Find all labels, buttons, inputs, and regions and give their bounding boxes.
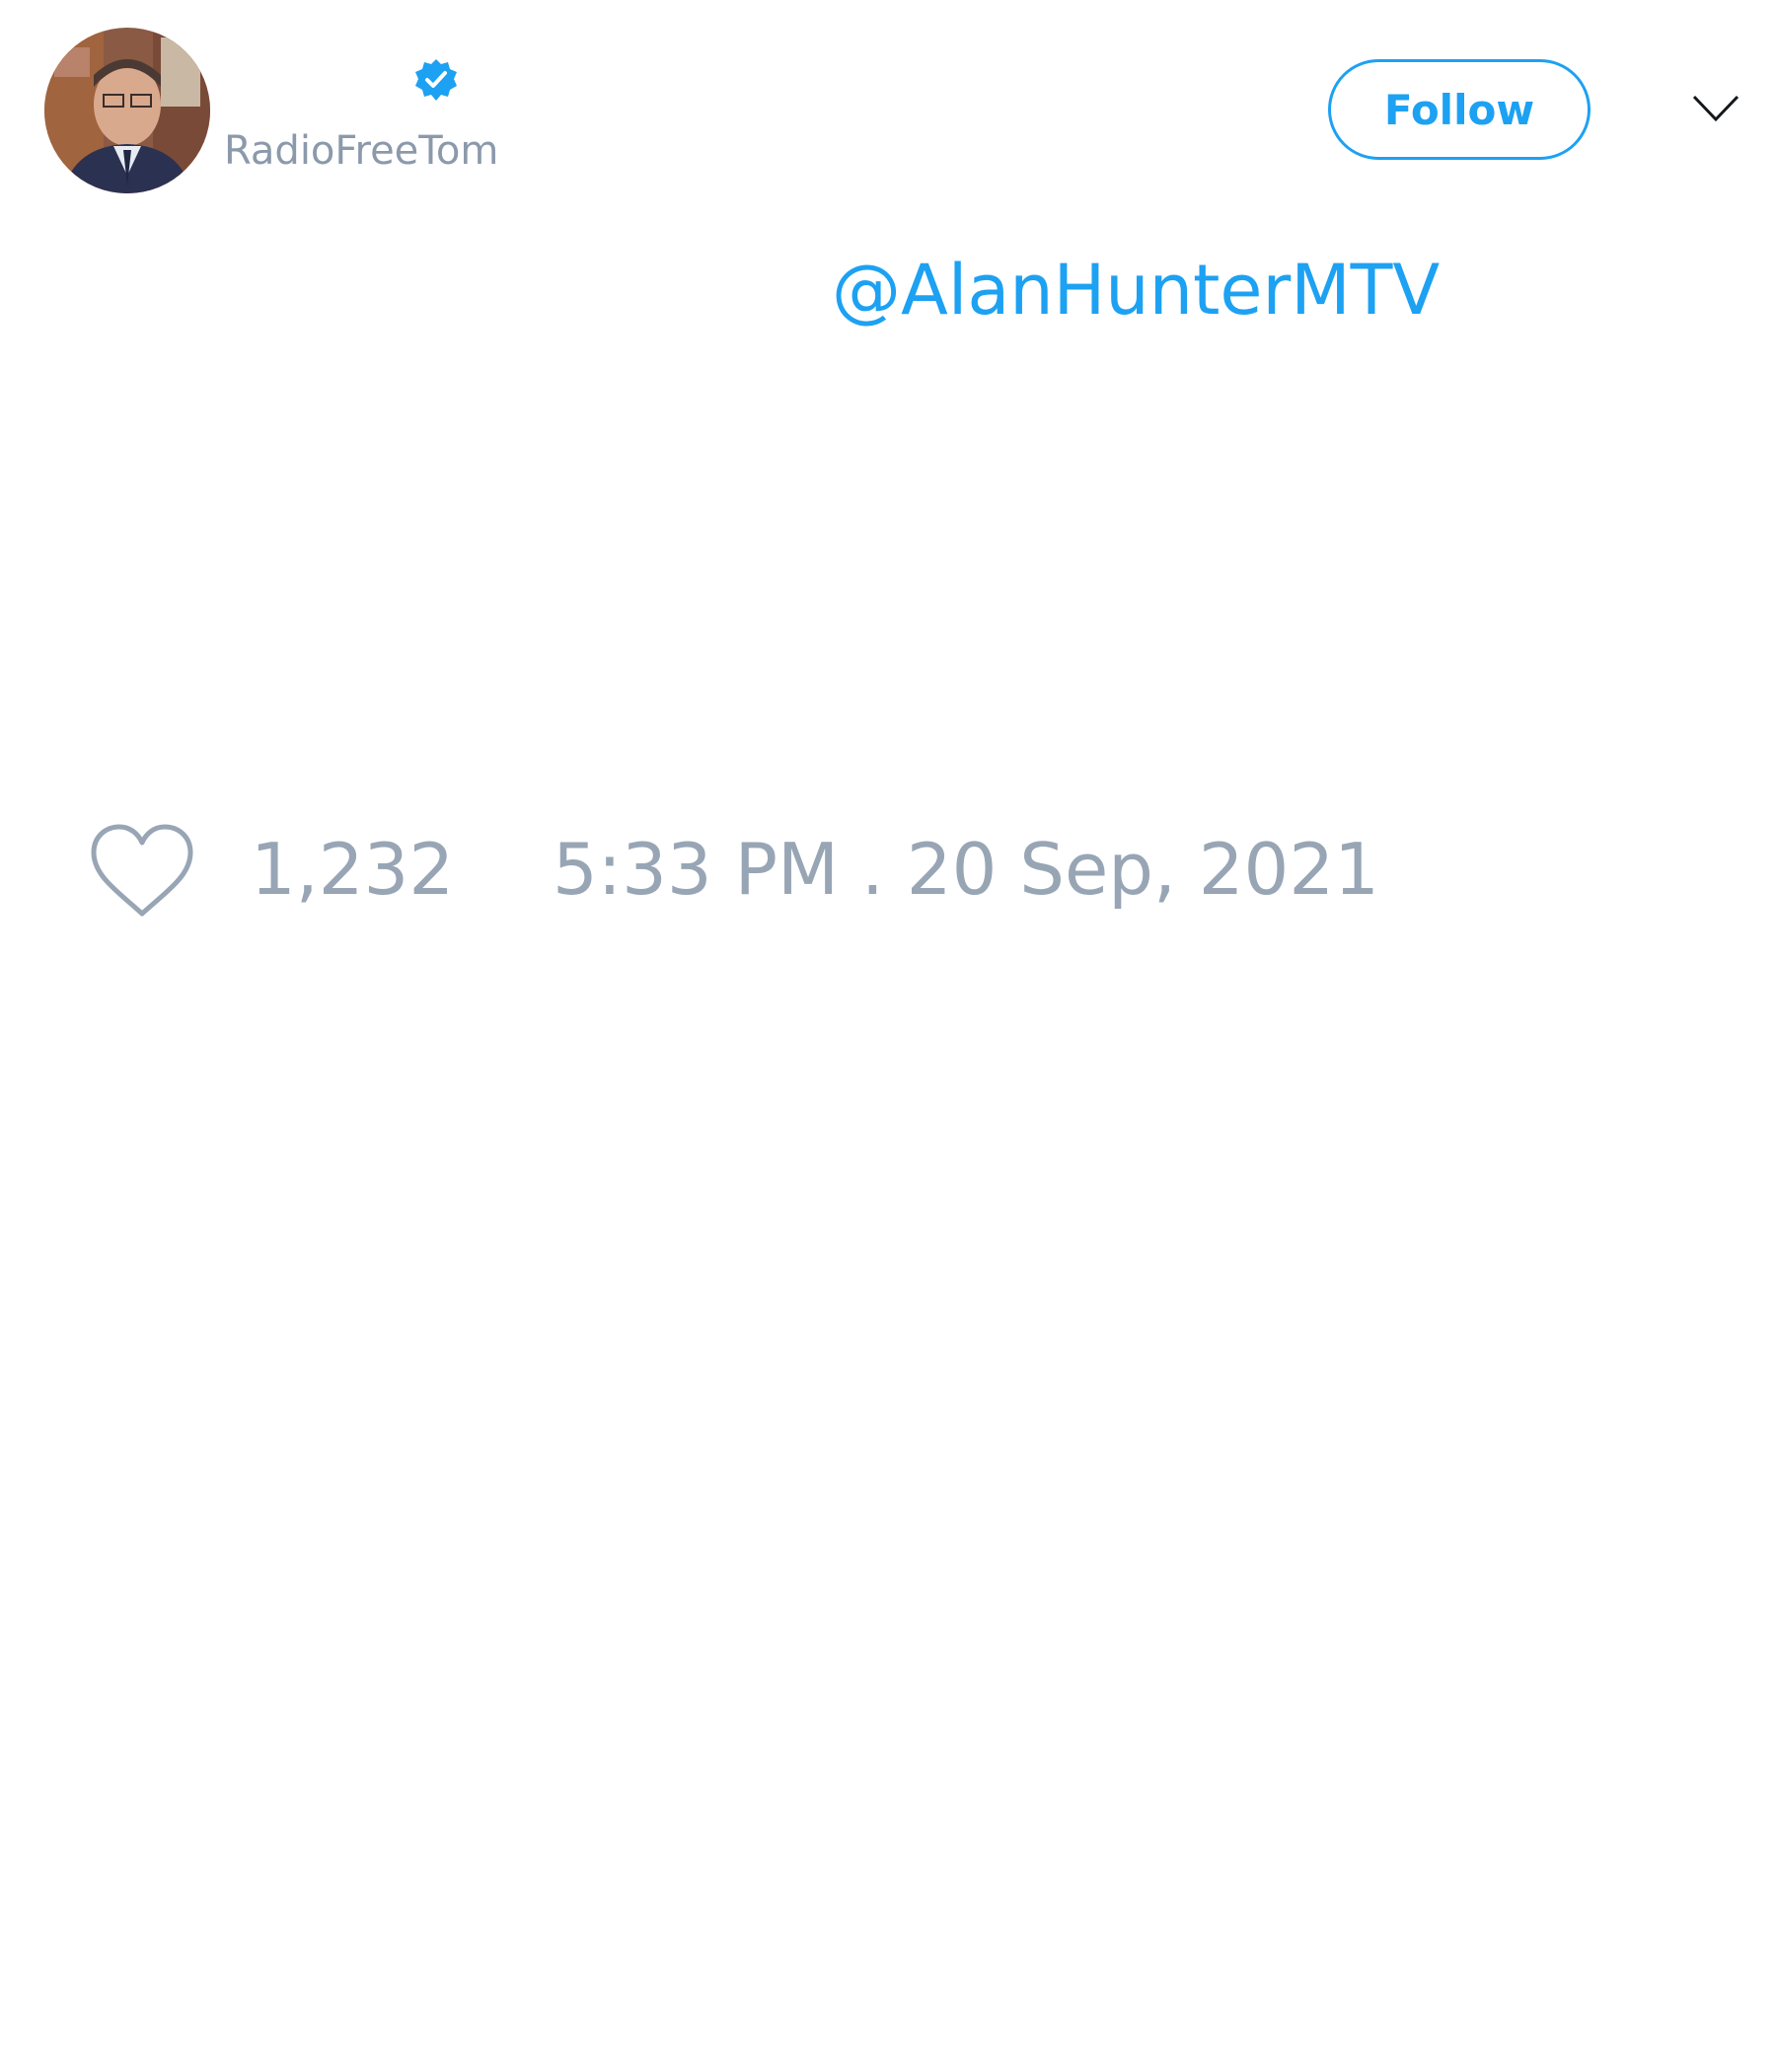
verified-badge-icon — [415, 59, 457, 101]
mention-link[interactable]: @AlanHunterMTV — [832, 249, 1440, 332]
chevron-down-icon[interactable] — [1691, 93, 1740, 124]
user-handle[interactable]: RadioFreeTom — [224, 126, 498, 176]
like-count: 1,232 — [251, 828, 455, 911]
tweet-timestamp[interactable]: 5:33 PM . 20 Sep, 2021 — [553, 827, 1379, 912]
avatar[interactable] — [44, 28, 210, 193]
heart-outline-icon[interactable] — [89, 823, 195, 920]
follow-button[interactable]: Follow — [1328, 59, 1591, 160]
